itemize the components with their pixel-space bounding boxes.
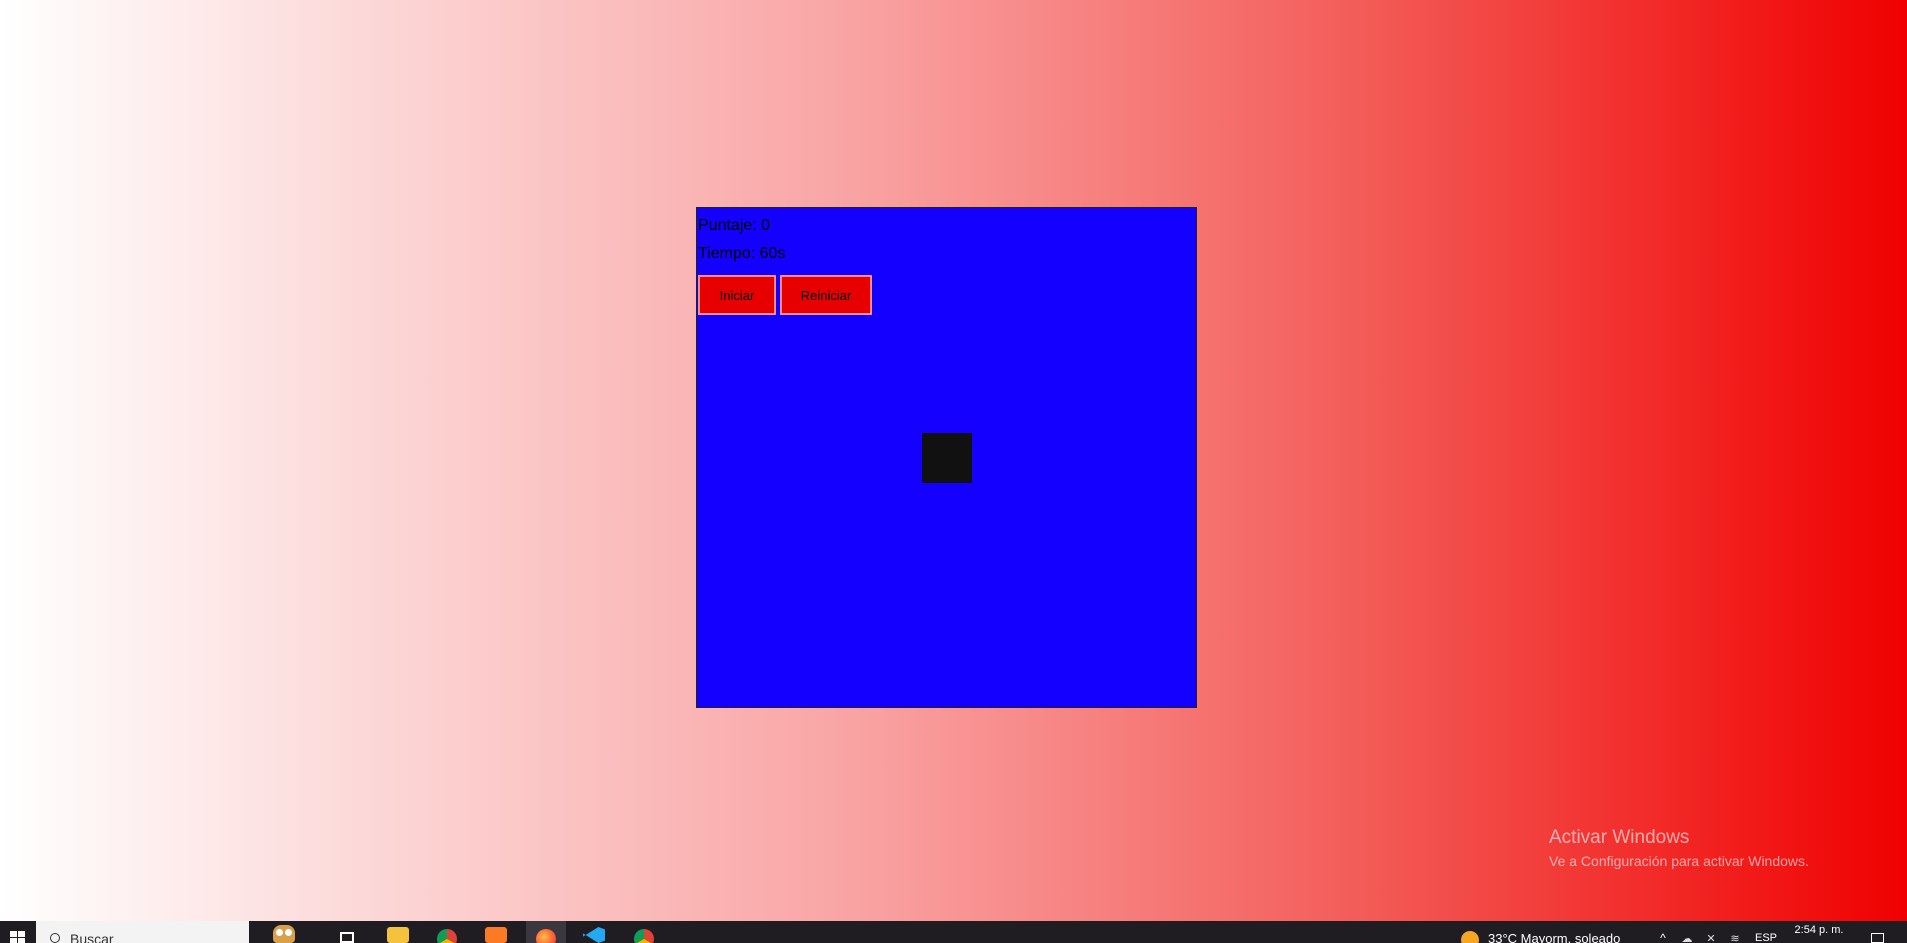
windows-start-icon[interactable] <box>0 921 36 943</box>
file-explorer-icon[interactable] <box>384 921 412 943</box>
taskbar: Buscar 33°C Mayorm. soleado ^ ☁ ✕ ≋ ESP … <box>0 921 1907 943</box>
game-board: Puntaje: 0 Tiempo: 60s Iniciar Reiniciar <box>696 207 1197 708</box>
wifi-icon[interactable]: ≋ <box>1724 921 1746 943</box>
vscode-icon[interactable] <box>580 921 608 943</box>
target-square[interactable] <box>922 433 972 483</box>
task-view-icon[interactable] <box>334 921 360 943</box>
restart-button[interactable]: Reiniciar <box>780 275 872 315</box>
watermark-subtitle: Ve a Configuración para activar Windows. <box>1549 853 1809 869</box>
chrome-icon[interactable] <box>630 921 658 943</box>
language-indicator[interactable]: ESP <box>1750 921 1782 943</box>
cloud-icon[interactable]: ☁ <box>1676 921 1698 943</box>
firefox-icon[interactable] <box>526 921 566 943</box>
search-icon <box>50 933 60 943</box>
activation-watermark: Activar Windows Ve a Configuración para … <box>1549 826 1809 870</box>
weather-label: 33°C Mayorm. soleado <box>1488 931 1621 943</box>
time-display: Tiempo: 60s <box>698 245 786 262</box>
owl-icon[interactable] <box>248 921 320 943</box>
start-button[interactable]: Iniciar <box>698 275 776 315</box>
weather-icon[interactable] <box>1456 921 1484 943</box>
chevron-up-icon[interactable]: ^ <box>1652 921 1674 943</box>
score-display: Puntaje: 0 <box>698 217 771 234</box>
watermark-title: Activar Windows <box>1549 827 1690 848</box>
weather-text[interactable]: 33°C Mayorm. soleado <box>1488 921 1638 943</box>
volume-muted-icon[interactable]: ✕ <box>1700 921 1722 943</box>
language-label: ESP <box>1754 932 1777 943</box>
notification-icon[interactable] <box>1862 921 1892 943</box>
clock-label: 2:54 p. m. <box>1794 924 1844 936</box>
search-placeholder: Buscar <box>70 931 114 943</box>
xampp-icon[interactable] <box>482 921 510 943</box>
clock[interactable]: 2:54 p. m. <box>1784 921 1854 943</box>
chrome-icon[interactable] <box>433 921 461 943</box>
taskbar-search-box[interactable]: Buscar <box>36 921 249 943</box>
